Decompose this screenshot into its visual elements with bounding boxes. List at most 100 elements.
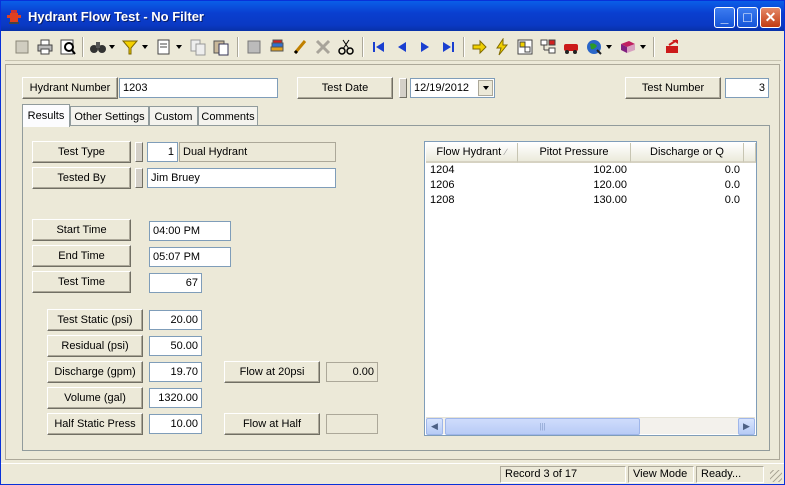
- table-cell[interactable]: 1206: [430, 178, 454, 193]
- blank-page-icon[interactable]: [11, 36, 33, 58]
- chevron-down-icon[interactable]: [478, 80, 493, 96]
- paste-icon[interactable]: [210, 36, 232, 58]
- exit-icon[interactable]: [661, 36, 683, 58]
- stack-icon[interactable]: [266, 36, 288, 58]
- maximize-button[interactable]: □: [737, 7, 758, 28]
- column-header-flow-hydrant[interactable]: Flow Hydrant ∕: [426, 143, 518, 163]
- grid-config-icon[interactable]: [514, 36, 536, 58]
- pencil-icon[interactable]: [289, 36, 311, 58]
- book-dropdown-icon[interactable]: [640, 45, 646, 49]
- copy-icon[interactable]: [187, 36, 209, 58]
- table-cell[interactable]: 0.0: [635, 163, 740, 178]
- print-preview-icon[interactable]: [57, 36, 79, 58]
- test-date-field[interactable]: 12/19/2012: [410, 78, 495, 98]
- discharge-field[interactable]: 19.70: [149, 362, 202, 382]
- volume-button[interactable]: Volume (gal): [47, 387, 143, 409]
- test-number-button[interactable]: Test Number: [625, 77, 721, 99]
- flow-hydrant-grid[interactable]: Flow Hydrant ∕ Pitot Pressure Discharge …: [424, 141, 757, 436]
- last-record-icon[interactable]: [437, 36, 459, 58]
- start-time-field[interactable]: 04:00 PM: [149, 221, 231, 241]
- filter-icon[interactable]: [119, 36, 141, 58]
- column-header-discharge[interactable]: Discharge or Q: [631, 143, 744, 163]
- first-record-icon[interactable]: [368, 36, 390, 58]
- tab-custom[interactable]: Custom: [149, 106, 198, 126]
- title-bar[interactable]: Hydrant Flow Test - No Filter _ □ ✕: [1, 1, 784, 31]
- window-title: Hydrant Flow Test - No Filter: [28, 9, 204, 24]
- test-type-description: Dual Hydrant: [179, 142, 336, 162]
- tab-other-settings[interactable]: Other Settings: [70, 106, 149, 126]
- scroll-thumb[interactable]: |||: [445, 418, 640, 435]
- flow-at-20psi-field: 0.00: [326, 362, 378, 382]
- column-header-filler: [744, 143, 756, 163]
- previous-record-icon[interactable]: [391, 36, 413, 58]
- binoculars-icon[interactable]: [87, 36, 109, 58]
- toolbar: [5, 33, 781, 61]
- status-record-count: Record 3 of 17: [500, 466, 626, 483]
- test-number-field[interactable]: 3: [725, 78, 769, 98]
- half-static-button[interactable]: Half Static Press: [47, 413, 143, 435]
- hierarchy-icon[interactable]: [537, 36, 559, 58]
- test-type-handle[interactable]: [135, 142, 143, 162]
- close-button[interactable]: ✕: [760, 7, 781, 28]
- test-time-field[interactable]: 67: [149, 273, 202, 293]
- binoculars-dropdown-icon[interactable]: [109, 45, 115, 49]
- globe-icon[interactable]: [583, 36, 605, 58]
- tab-comments[interactable]: Comments: [198, 106, 258, 126]
- table-cell[interactable]: 0.0: [635, 178, 740, 193]
- flow-at-half-field: [326, 414, 378, 434]
- minimize-button[interactable]: _: [714, 7, 735, 28]
- flow-at-half-button[interactable]: Flow at Half: [224, 413, 320, 435]
- residual-field[interactable]: 50.00: [149, 336, 202, 356]
- flow-at-20psi-button[interactable]: Flow at 20psi: [224, 361, 320, 383]
- tested-by-handle[interactable]: [135, 168, 143, 188]
- report-dropdown-icon[interactable]: [176, 45, 182, 49]
- column-header-pitot-pressure[interactable]: Pitot Pressure: [518, 143, 631, 163]
- end-time-button[interactable]: End Time: [32, 245, 131, 267]
- jump-arrow-icon[interactable]: [468, 36, 490, 58]
- next-record-icon[interactable]: [414, 36, 436, 58]
- filter-dropdown-icon[interactable]: [142, 45, 148, 49]
- test-time-button[interactable]: Test Time: [32, 271, 131, 293]
- start-time-button[interactable]: Start Time: [32, 219, 131, 241]
- hydrant-number-button[interactable]: Hydrant Number: [22, 77, 118, 99]
- table-cell[interactable]: 102.00: [523, 163, 627, 178]
- discharge-button[interactable]: Discharge (gpm): [47, 361, 143, 383]
- volume-field[interactable]: 1320.00: [149, 388, 202, 408]
- scroll-left-icon[interactable]: ◀: [426, 418, 443, 435]
- test-type-button[interactable]: Test Type: [32, 141, 131, 163]
- resize-grip-icon[interactable]: [770, 470, 782, 482]
- tab-results[interactable]: Results: [22, 104, 70, 127]
- test-date-value: 12/19/2012: [414, 82, 470, 94]
- test-date-button[interactable]: Test Date: [297, 77, 393, 99]
- hydrant-number-field[interactable]: 1203: [119, 78, 278, 98]
- half-static-field[interactable]: 10.00: [149, 414, 202, 434]
- scroll-right-icon[interactable]: ▶: [738, 418, 755, 435]
- table-cell[interactable]: 1208: [430, 193, 454, 208]
- globe-dropdown-icon[interactable]: [606, 45, 612, 49]
- table-cell[interactable]: 130.00: [523, 193, 627, 208]
- table-cell[interactable]: 1204: [430, 163, 454, 178]
- app-window: Hydrant Flow Test - No Filter _ □ ✕ Hydr…: [0, 0, 785, 485]
- sort-ascending-icon: ∕: [505, 147, 507, 157]
- cut-icon[interactable]: [335, 36, 357, 58]
- tested-by-button[interactable]: Tested By: [32, 167, 131, 189]
- red-truck-icon[interactable]: [560, 36, 582, 58]
- test-static-field[interactable]: 20.00: [149, 310, 202, 330]
- lightning-icon[interactable]: [491, 36, 513, 58]
- test-static-button[interactable]: Test Static (psi): [47, 309, 143, 331]
- report-icon[interactable]: [153, 36, 175, 58]
- horizontal-scrollbar[interactable]: ◀ ||| ▶: [426, 417, 755, 435]
- delete-icon[interactable]: [312, 36, 334, 58]
- test-type-code-field[interactable]: 1: [147, 142, 178, 162]
- print-icon[interactable]: [34, 36, 56, 58]
- tested-by-field[interactable]: Jim Bruey: [147, 168, 336, 188]
- end-time-field[interactable]: 05:07 PM: [149, 247, 231, 267]
- table-cell[interactable]: 0.0: [635, 193, 740, 208]
- book-icon[interactable]: [617, 36, 639, 58]
- test-date-handle[interactable]: [399, 78, 407, 98]
- residual-button[interactable]: Residual (psi): [47, 335, 143, 357]
- status-state: Ready...: [696, 466, 764, 483]
- app-hydrant-icon: [7, 10, 21, 24]
- table-icon[interactable]: [243, 36, 265, 58]
- table-cell[interactable]: 120.00: [523, 178, 627, 193]
